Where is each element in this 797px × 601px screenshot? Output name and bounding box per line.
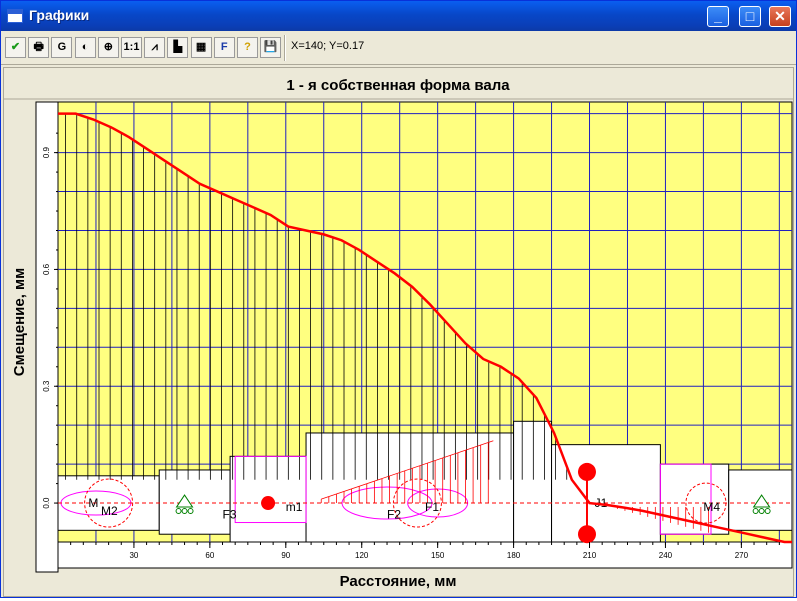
y-tick-label: 0.6 (42, 263, 51, 275)
support-roller (752, 508, 759, 515)
window-title: Графики (29, 7, 90, 23)
annotation-label: M (88, 496, 98, 510)
x-tick-label: 270 (735, 551, 749, 560)
x-tick-label: 210 (583, 551, 597, 560)
palette-button[interactable]: ◐ (74, 37, 96, 58)
table-icon: ▦ (195, 41, 207, 53)
toolbar-separator (284, 35, 286, 61)
support-roller (758, 508, 765, 515)
chart-area: 1 - я собственная форма вала M M2 F3 m1 F2 F1 J… (3, 67, 794, 597)
font-button[interactable]: F (213, 37, 235, 58)
support-roller (764, 508, 771, 515)
zoom-in-button[interactable]: ⊕ (97, 37, 119, 58)
x-tick-label: 90 (281, 551, 290, 560)
support-roller (181, 508, 188, 515)
bar-chart-button[interactable]: ▙ (167, 37, 189, 58)
annotation-label: m1 (286, 500, 303, 514)
support-roller (175, 508, 182, 515)
y-axis-label: Смещение, мм (11, 268, 28, 376)
chart-title: 1 - я собственная форма вала (286, 77, 510, 94)
x-tick-label: 30 (129, 551, 138, 560)
shaft-segment (551, 444, 661, 543)
zoom-in-icon: ⊕ (103, 41, 113, 53)
cursor-coordinates: X=140; Y=0.17 (291, 40, 365, 52)
zoom-reset-icon: 1:1 (123, 41, 140, 53)
bar-chart-icon: ▙ (173, 41, 183, 53)
zoom-1-1-button[interactable]: 1:1 (121, 37, 142, 58)
x-tick-label: 60 (205, 551, 214, 560)
chart-canvas[interactable]: 1 - я собственная форма валаMM2 F3m1F2F1 J… (4, 68, 793, 596)
annotation-label: F2 (387, 508, 401, 522)
print-button[interactable]: 🖶 (28, 37, 50, 58)
y-tick-label: 0.0 (42, 497, 51, 509)
annotation-label: F1 (425, 500, 439, 514)
palette-icon: ◐ (81, 41, 89, 53)
title-bar[interactable]: Графики _ □ ✕ (1, 1, 796, 31)
y-tick-label: 0.3 (42, 380, 51, 392)
graphs-window: Графики _ □ ✕ ✔ 🖶 G ◐ ⊕ 1:1 ⩘ ▙ ▦ F? 💾 X=140; Y=0.… (0, 0, 797, 598)
x-tick-label: 120 (355, 551, 369, 560)
mass-point (261, 496, 276, 511)
floppy-icon: 💾 (263, 41, 278, 53)
annotation-label: F3 (223, 508, 237, 522)
chart-icon: ⩘ (151, 41, 158, 53)
grid-button[interactable]: G (51, 37, 73, 58)
annotation-label: M4 (703, 500, 720, 514)
support-roller (187, 508, 194, 515)
toolbar: ✔ 🖶 G ◐ ⊕ 1:1 ⩘ ▙ ▦ F? 💾 X=140; Y=0.17 (1, 31, 796, 65)
maximize-button[interactable]: □ (739, 6, 761, 27)
chart-settings-button[interactable]: ⩘ (144, 37, 166, 58)
y-tick-label: 0.9 (42, 147, 51, 159)
close-button[interactable]: ✕ (769, 6, 791, 27)
x-tick-label: 150 (431, 551, 445, 560)
x-tick-label: 240 (659, 551, 673, 560)
annotation-label: M2 (101, 504, 118, 518)
printer-icon: 🖶 (33, 41, 44, 53)
x-axis-label: Расстояние, мм (340, 573, 457, 590)
help-button[interactable]: ? (237, 37, 258, 58)
checkmark-icon: ✔ (10, 41, 21, 53)
apply-button[interactable]: ✔ (5, 37, 26, 58)
window-icon (7, 9, 23, 23)
minimize-button[interactable]: _ (707, 6, 729, 27)
shaft-segment (513, 420, 553, 543)
help-icon: ? (244, 41, 251, 53)
grid-icon: G (57, 41, 67, 53)
x-axis-band (57, 541, 793, 569)
font-icon: F (220, 41, 228, 53)
shaft-segment (158, 469, 231, 535)
table-button[interactable]: ▦ (190, 37, 212, 58)
save-button[interactable]: 💾 (260, 37, 282, 58)
x-tick-label: 180 (507, 551, 521, 560)
